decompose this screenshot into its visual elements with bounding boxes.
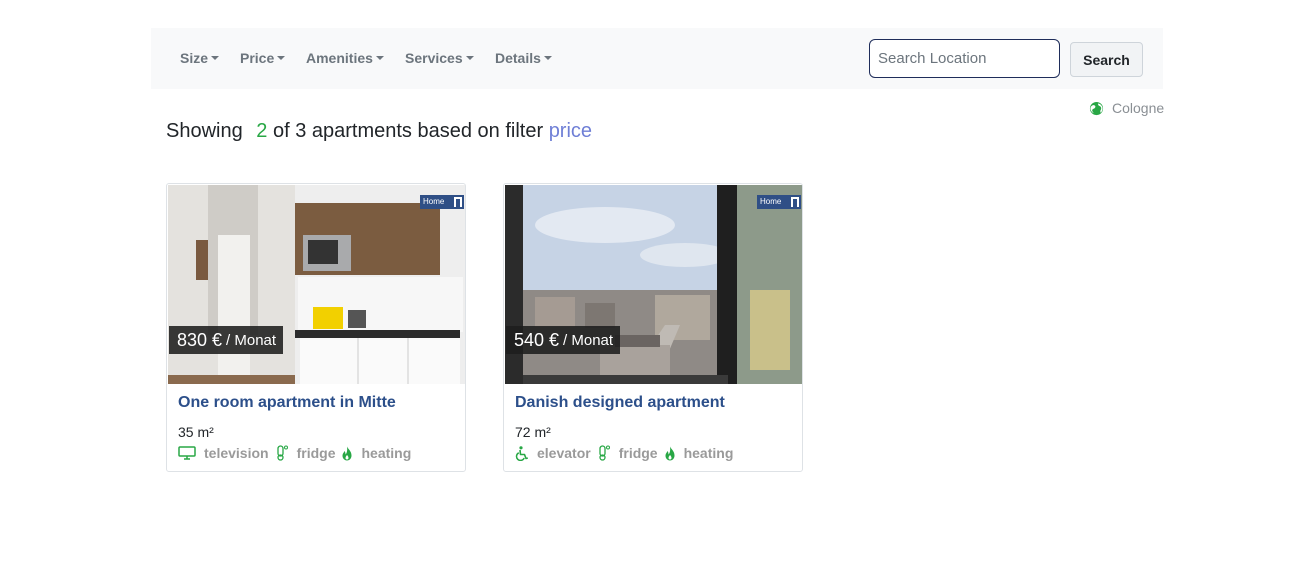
amenity-list: television fridge heating <box>178 444 417 462</box>
amenity-list: elevator fridge heating <box>515 444 739 462</box>
price-tag: 830 € / Monat <box>169 326 284 354</box>
kitchenette-photo <box>168 185 465 384</box>
globe-icon <box>1089 101 1104 115</box>
flame-icon <box>664 446 676 461</box>
amenity-label: fridge <box>296 445 336 461</box>
caret-down-icon <box>277 56 286 60</box>
caret-down-icon <box>543 56 552 60</box>
logo-mark-icon <box>791 197 799 207</box>
active-filter-link[interactable]: price <box>549 120 592 142</box>
caret-down-icon <box>211 56 220 60</box>
results-prefix: Showing <box>166 120 243 142</box>
amenity-item: heating <box>664 445 740 461</box>
amenity-item: heating <box>341 445 417 461</box>
amenity-item: fridge <box>597 445 664 461</box>
services-menu-toggle[interactable]: Services <box>405 50 474 66</box>
price-unit: / Monat <box>563 331 614 349</box>
amenities-menu-toggle[interactable]: Amenities <box>306 50 384 66</box>
city-view-photo <box>505 185 802 384</box>
search-location-input[interactable] <box>869 39 1060 78</box>
amenity-label: television <box>204 445 269 461</box>
location-name: Cologne <box>1112 100 1165 116</box>
price-unit: / Monat <box>226 331 277 349</box>
current-location[interactable]: Cologne <box>1089 99 1164 117</box>
amenity-item: elevator <box>515 445 597 461</box>
amenity-item: television <box>178 445 275 461</box>
listing-photo[interactable]: Home 540 € / Monat <box>505 185 802 384</box>
size-menu-label: Size <box>180 50 209 66</box>
services-menu-label: Services <box>405 50 463 66</box>
provider-logo-text: Home <box>423 197 445 206</box>
listing-title[interactable]: One room apartment in Mitte <box>178 394 396 412</box>
details-menu-toggle[interactable]: Details <box>495 50 552 66</box>
price-tag: 540 € / Monat <box>506 326 621 354</box>
listing-card[interactable]: Home 540 € / Monat Danish designed apart… <box>503 183 803 472</box>
logo-mark-icon <box>454 197 462 207</box>
listing-card[interactable]: Home 830 € / Monat One room apartment in… <box>166 183 466 472</box>
tv-icon <box>178 446 196 460</box>
listing-title[interactable]: Danish designed apartment <box>515 394 725 412</box>
price-menu-toggle[interactable]: Price <box>240 50 286 66</box>
caret-down-icon <box>465 56 474 60</box>
wheelchair-icon <box>515 445 529 461</box>
size-menu-toggle[interactable]: Size <box>180 50 220 66</box>
amenities-menu-label: Amenities <box>306 50 373 66</box>
thermometer-icon <box>597 445 611 461</box>
amenity-label: fridge <box>618 445 658 461</box>
amenity-item: fridge <box>275 445 342 461</box>
price-amount: 540 € <box>514 329 560 350</box>
provider-logo: Home <box>420 195 464 209</box>
amenity-label: heating <box>361 445 412 461</box>
amenity-label: heating <box>683 445 734 461</box>
search-button[interactable]: Search <box>1070 42 1143 77</box>
details-menu-label: Details <box>495 50 541 66</box>
provider-logo-text: Home <box>760 197 782 206</box>
amenity-label: elevator <box>537 445 591 461</box>
listing-size: 35 m² <box>178 424 214 440</box>
flame-icon <box>341 446 353 461</box>
filter-navbar: Size Price Amenities Services Details Se… <box>151 28 1163 89</box>
price-amount: 830 € <box>177 329 223 350</box>
price-menu-label: Price <box>240 50 275 66</box>
results-summary: Showing 2 of 3 apartments based on filte… <box>166 119 592 143</box>
listing-size: 72 m² <box>515 424 551 440</box>
listing-photo[interactable]: Home 830 € / Monat <box>168 185 465 384</box>
results-count: 2 <box>256 120 268 142</box>
results-middle-text: of 3 apartments based on filter <box>272 120 544 142</box>
provider-logo: Home <box>757 195 801 209</box>
caret-down-icon <box>375 56 384 60</box>
thermometer-icon <box>275 445 289 461</box>
